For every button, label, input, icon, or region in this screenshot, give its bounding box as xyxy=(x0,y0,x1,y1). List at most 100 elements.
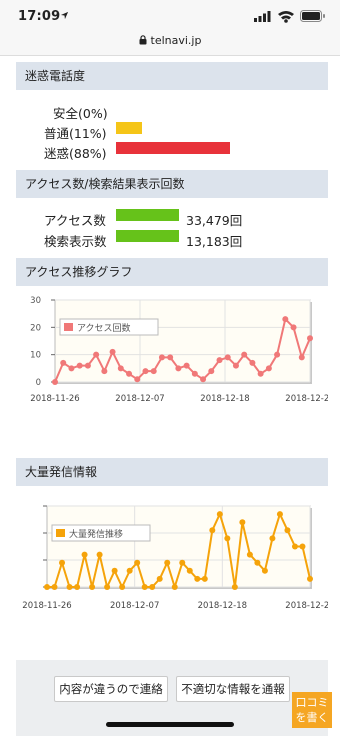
data-point xyxy=(257,370,264,377)
data-point xyxy=(117,365,124,372)
data-point xyxy=(167,354,174,361)
data-point xyxy=(269,535,276,542)
wifi-icon xyxy=(278,11,294,23)
data-point xyxy=(111,567,118,574)
data-point xyxy=(93,351,100,358)
data-point xyxy=(284,527,291,534)
data-point xyxy=(179,559,186,566)
url-text: telnavi.jp xyxy=(150,34,202,47)
data-point xyxy=(171,584,178,590)
data-point xyxy=(307,575,313,582)
data-point xyxy=(239,519,246,526)
data-point xyxy=(241,351,248,358)
home-indicator[interactable] xyxy=(106,722,234,727)
data-point xyxy=(149,584,156,590)
data-point xyxy=(134,559,141,566)
search-display-value: 13,183回 xyxy=(186,234,243,249)
legend-label: アクセス回数 xyxy=(77,322,131,334)
data-point xyxy=(126,370,133,377)
data-point xyxy=(246,551,253,558)
chart-legend: アクセス回数 xyxy=(59,318,159,336)
battery-icon xyxy=(300,10,325,22)
x-tick-label: 2018-11-26 xyxy=(22,601,71,610)
data-point xyxy=(51,584,58,590)
section-header-access-chart: アクセス推移グラフ xyxy=(16,258,328,286)
data-point xyxy=(104,584,111,590)
lock-icon xyxy=(139,35,147,45)
access-count-value: 33,479回 xyxy=(186,213,243,228)
search-display-bar xyxy=(116,230,179,242)
data-point xyxy=(59,559,66,566)
data-point xyxy=(44,584,50,590)
data-point xyxy=(216,357,223,364)
data-point xyxy=(141,584,148,590)
status-bar: 17:09 xyxy=(0,0,340,28)
location-arrow-icon xyxy=(60,11,69,20)
y-tick-label: 20 xyxy=(30,323,41,333)
x-tick-label: 2018-12-18 xyxy=(198,601,247,610)
data-point xyxy=(274,351,281,358)
signal-icon xyxy=(254,11,271,22)
nuisance-normal-label: 普通(11%) xyxy=(44,126,107,141)
data-point xyxy=(232,362,239,369)
data-point xyxy=(291,543,298,550)
address-bar[interactable]: telnavi.jp xyxy=(0,28,340,56)
data-point xyxy=(66,584,73,590)
write-review-button[interactable]: 口コミ を書く xyxy=(292,692,332,728)
status-icons xyxy=(254,10,325,23)
y-tick-label: 0 xyxy=(36,378,41,388)
data-point xyxy=(52,379,58,385)
write-review-line-1: 口コミ xyxy=(295,696,329,709)
data-point xyxy=(119,584,126,590)
data-point xyxy=(150,368,157,375)
data-point xyxy=(76,362,83,369)
data-point xyxy=(216,511,223,518)
x-tick-label: 2018-12-29 xyxy=(285,394,328,404)
data-point xyxy=(158,354,165,361)
x-tick-label: 2018-11-26 xyxy=(30,394,79,404)
data-point xyxy=(282,316,289,323)
search-display-label: 検索表示数 xyxy=(44,234,107,249)
access-trend-chart: 0 10 20 30 2018-11-26 2018-12-07 2018-12-18 201… xyxy=(30,296,328,404)
section-header-access: アクセス数/検索結果表示回数 xyxy=(16,170,328,198)
plot-area xyxy=(54,299,311,383)
data-point xyxy=(224,535,231,542)
data-point xyxy=(68,365,75,372)
data-point xyxy=(96,551,103,558)
y-tick-label: 30 xyxy=(30,296,41,306)
data-point xyxy=(191,370,198,377)
data-point xyxy=(224,354,231,361)
data-point xyxy=(307,335,313,342)
y-tick-label: 10 xyxy=(30,351,41,361)
data-point xyxy=(254,559,261,566)
report-inappropriate-button[interactable]: 不適切な情報を通報 xyxy=(176,676,290,702)
legend-swatch xyxy=(56,529,65,537)
data-point xyxy=(89,584,96,590)
data-point xyxy=(290,324,297,331)
data-point xyxy=(156,575,163,582)
data-point xyxy=(142,368,149,375)
write-review-line-2: を書く xyxy=(295,711,329,724)
nuisance-normal-bar xyxy=(116,122,142,134)
data-point xyxy=(175,365,182,372)
data-point xyxy=(299,543,306,550)
data-point xyxy=(200,376,207,383)
x-tick-label: 2018-12-29 xyxy=(285,601,328,610)
x-tick-label: 2018-12-07 xyxy=(110,601,159,610)
data-point xyxy=(74,584,81,590)
mass-calling-chart: 2018-11-26 2018-12-07 2018-12-18 2018-12-29… xyxy=(22,505,328,610)
section-header-mass-calling: 大量発信情報 xyxy=(16,458,328,486)
status-time: 17:09 xyxy=(18,9,61,24)
nuisance-spam-label: 迷惑(88%) xyxy=(44,146,107,161)
data-point xyxy=(208,368,215,375)
contact-correction-button[interactable]: 内容が違うので連絡 xyxy=(54,676,168,702)
data-point xyxy=(186,567,193,574)
x-tick-label: 2018-12-07 xyxy=(115,394,164,404)
data-point xyxy=(209,527,216,534)
data-point xyxy=(298,354,305,361)
data-point xyxy=(81,551,88,558)
data-point xyxy=(183,362,190,369)
data-point xyxy=(134,376,141,383)
nuisance-spam-bar xyxy=(116,142,230,154)
data-point xyxy=(265,365,272,372)
